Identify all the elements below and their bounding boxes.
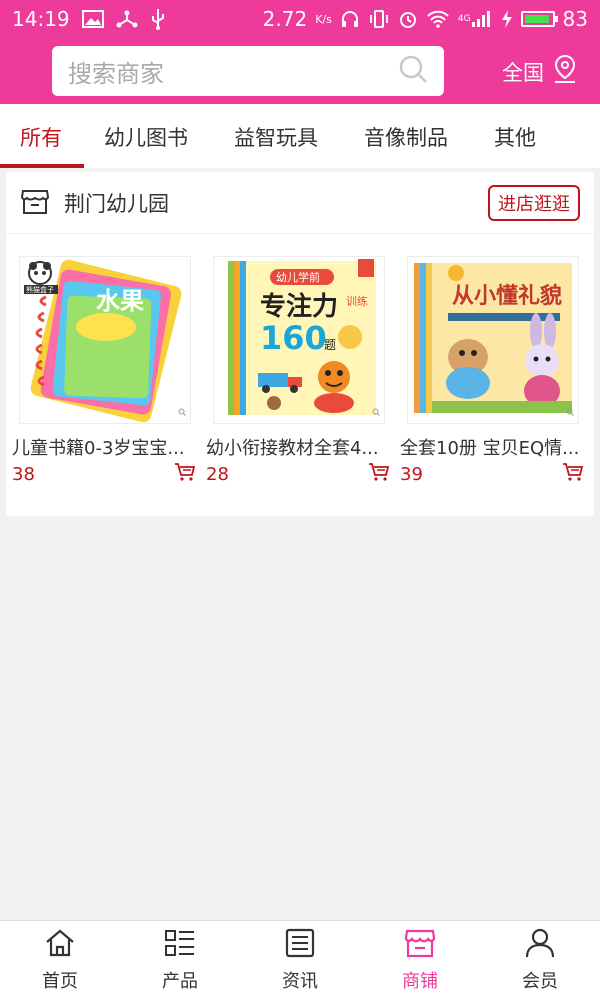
tab-educational-toys[interactable]: 益智玩具	[234, 122, 318, 152]
news-icon	[284, 928, 316, 963]
active-tab-indicator	[0, 164, 84, 168]
alarm-icon	[398, 9, 418, 29]
bottom-nav: 首页 产品 资讯 商铺 会员	[0, 920, 600, 1000]
enter-store-button[interactable]: 进店逛逛	[488, 184, 580, 221]
net-unit: K/s	[315, 12, 332, 26]
product-price: 28	[206, 463, 229, 485]
nav-news-label: 资讯	[282, 971, 318, 992]
usb-icon	[150, 8, 166, 30]
tab-other[interactable]: 其他	[494, 122, 536, 152]
nav-products-label: 产品	[162, 971, 198, 992]
add-to-cart-icon[interactable]	[368, 462, 390, 486]
book3-title: 从小懂礼貌	[452, 283, 562, 309]
search-placeholder: 搜索商家	[68, 59, 164, 88]
add-to-cart-icon[interactable]	[174, 462, 196, 486]
list-icon	[164, 928, 196, 963]
product-list: 水果 熊猫盒子 儿童书籍0-3岁宝宝... 38 幼儿学前 专注力 训练 160…	[6, 234, 594, 516]
product-image[interactable]: 从小懂礼貌	[407, 256, 579, 424]
product-price: 39	[400, 463, 423, 485]
user-icon	[524, 928, 556, 963]
header: 搜索商家 全国	[0, 38, 600, 104]
nav-stores[interactable]: 商铺	[360, 921, 480, 1000]
product-item[interactable]: 幼儿学前 专注力 训练 160 题 幼小衔接教材全套4... 28	[206, 256, 392, 486]
wifi-icon	[426, 10, 450, 28]
store-header: 荆门幼儿园 进店逛逛	[6, 172, 594, 234]
region-label: 全国	[502, 60, 544, 85]
location-icon	[552, 54, 578, 89]
share-icon	[116, 9, 138, 29]
store-name: 荆门幼儿园	[64, 191, 169, 216]
battery-icon	[520, 11, 558, 27]
charging-icon	[501, 9, 513, 29]
nav-member-label: 会员	[522, 971, 558, 992]
nav-home-label: 首页	[42, 971, 78, 992]
store-icon	[404, 928, 436, 963]
nav-member[interactable]: 会员	[480, 921, 600, 1000]
product-item[interactable]: 水果 熊猫盒子 儿童书籍0-3岁宝宝... 38	[12, 256, 198, 486]
tab-children-books[interactable]: 幼儿图书	[104, 122, 188, 152]
category-tabs: 所有 幼儿图书 益智玩具 音像制品 其他	[0, 104, 600, 168]
home-icon	[44, 928, 76, 963]
battery-level: 83	[562, 7, 588, 31]
nav-stores-label: 商铺	[402, 971, 438, 992]
region-selector[interactable]: 全国	[502, 54, 578, 89]
shop-icon	[20, 186, 50, 220]
product-image[interactable]: 水果 熊猫盒子	[19, 256, 191, 424]
store-card: 荆门幼儿园 进店逛逛 水果 熊猫盒子 儿童书籍0-3岁宝宝... 38 幼儿学前…	[6, 172, 594, 516]
product-item[interactable]: 从小懂礼貌 全套10册 宝贝EQ情... 39	[400, 256, 586, 486]
add-to-cart-icon[interactable]	[562, 462, 584, 486]
search-icon[interactable]	[398, 54, 428, 88]
book2-title: 专注力	[260, 291, 338, 322]
product-price: 38	[12, 463, 35, 485]
cell-signal-icon: 4G	[458, 10, 493, 28]
tab-audio-video[interactable]: 音像制品	[364, 122, 448, 152]
nav-home[interactable]: 首页	[0, 921, 120, 1000]
zoom-icon	[178, 401, 186, 420]
net-speed: 2.72	[262, 7, 308, 31]
tab-all[interactable]: 所有	[20, 122, 62, 152]
book2-side: 训练	[346, 294, 368, 308]
vibrate-icon	[368, 9, 390, 29]
product-title: 儿童书籍0-3岁宝宝...	[12, 438, 185, 459]
nav-news[interactable]: 资讯	[240, 921, 360, 1000]
product-title: 幼小衔接教材全套4...	[206, 438, 379, 459]
zoom-icon	[372, 401, 380, 420]
book2-suffix: 题	[324, 338, 336, 352]
zoom-icon	[566, 401, 574, 420]
headphones-icon	[340, 9, 360, 29]
nav-products[interactable]: 产品	[120, 921, 240, 1000]
product-image[interactable]: 幼儿学前 专注力 训练 160 题	[213, 256, 385, 424]
book1-panda-label: 熊猫盒子	[26, 285, 54, 294]
search-input[interactable]: 搜索商家	[52, 46, 444, 96]
image-icon	[81, 10, 104, 28]
status-time: 14:19	[12, 7, 70, 31]
book2-number: 160	[260, 319, 327, 357]
book1-cover-text: 水果	[96, 287, 144, 315]
book2-ribbon: 幼儿学前	[276, 270, 320, 284]
product-title: 全套10册 宝贝EQ情...	[400, 438, 580, 459]
status-bar: 14:19 2.72 K/s 4G 83	[0, 0, 600, 38]
